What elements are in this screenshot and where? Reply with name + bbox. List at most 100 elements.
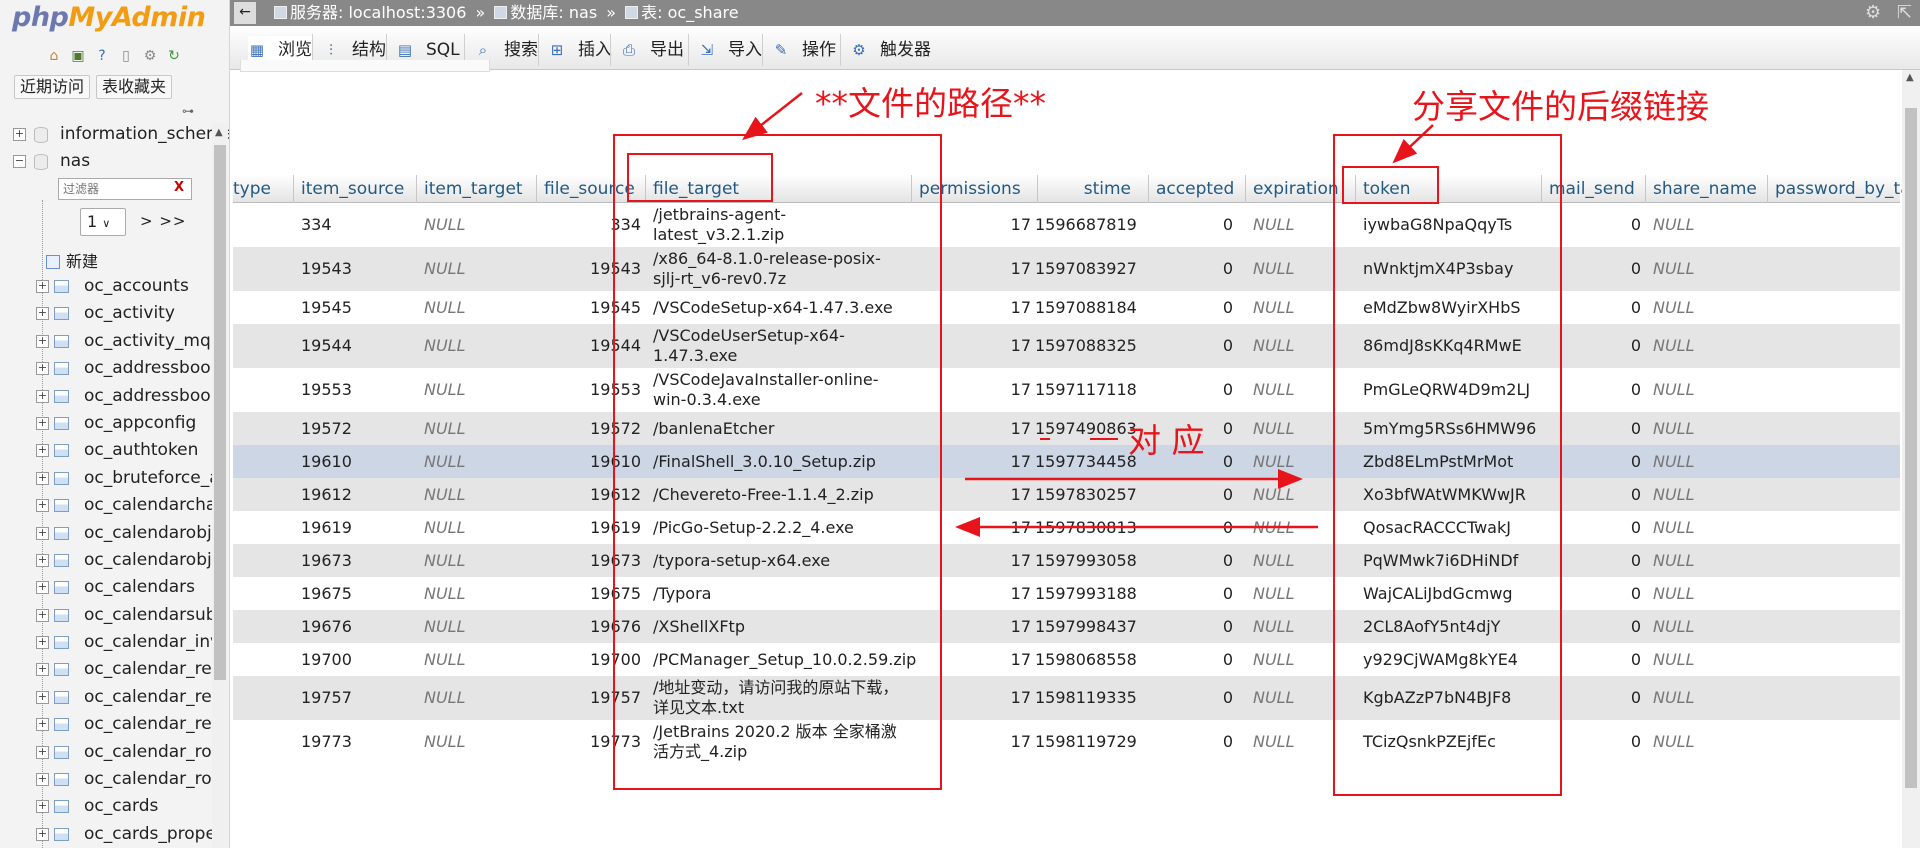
expand-icon[interactable]: +: [36, 334, 49, 348]
expand-icon[interactable]: +: [36, 280, 49, 293]
tab-import[interactable]: ⇲ 导入: [698, 36, 762, 64]
main-scroll-thumb[interactable]: [1905, 108, 1917, 788]
sidebar-table-item[interactable]: + oc_calendar_res: [0, 711, 212, 738]
new-table-link[interactable]: 新建: [46, 248, 98, 272]
sidebar-table-item[interactable]: + oc_cards: [0, 793, 212, 820]
table-row[interactable]: 19673 NULL 19673/typora-setup-x64.exe 17 159…: [233, 544, 1900, 577]
expand-icon[interactable]: +: [36, 636, 49, 650]
expand-icon[interactable]: +: [36, 389, 49, 403]
expand-icon[interactable]: +: [36, 307, 49, 321]
column-header-expiration[interactable]: expiration: [1253, 175, 1339, 203]
table-row[interactable]: 19543 NULL 19543/x86_64-8.1.0-release-posi…: [233, 247, 1900, 291]
sidebar-table-item[interactable]: + oc_calendars: [0, 574, 212, 601]
tab-insert[interactable]: ⊞ 插入: [548, 36, 612, 64]
table-row[interactable]: 19773 NULL 19773/JetBrains 2020.2 版本 全家桶激活…: [233, 720, 1900, 764]
table-row[interactable]: 19610 NULL 19610/FinalShell_3.0.10_Setup.z…: [233, 445, 1900, 478]
sidebar-table-item[interactable]: + oc_calendarobje: [0, 520, 212, 547]
collapse-icon[interactable]: −: [13, 155, 26, 169]
table-row[interactable]: 19676 NULL 19676/XShellXFtp 17 1597998437 0 NU…: [233, 610, 1900, 643]
table-row[interactable]: 19553 NULL 19553/VSCodeJavaInstaller-onlin…: [233, 368, 1900, 412]
sidebar-table-item[interactable]: + oc_appconfig: [0, 410, 212, 437]
scroll-up-icon[interactable]: ▲: [1906, 72, 1914, 83]
page-nav-next[interactable]: > >>: [140, 212, 186, 230]
sidebar-table-item[interactable]: + oc_calendarsubs: [0, 602, 212, 629]
expand-icon[interactable]: +: [36, 553, 49, 567]
table-row[interactable]: 19572 NULL 19572/banlenaEtcher 17 1597490863…: [233, 412, 1900, 445]
sidebar-table-item[interactable]: +oc_calendar_rem: [0, 656, 212, 683]
table-row[interactable]: 19544 NULL 19544/VSCodeUserSetup-x64-1.47.…: [233, 324, 1900, 368]
expand-icon[interactable]: +: [36, 581, 49, 595]
tab-trigger[interactable]: ⚙ 触发器: [850, 36, 931, 64]
sidebar-table-item[interactable]: + oc_accounts: [0, 273, 212, 300]
sidebar-scroll-thumb[interactable]: [214, 145, 226, 680]
recent-button[interactable]: 近期访问: [14, 75, 91, 99]
expand-icon[interactable]: +: [36, 471, 49, 485]
phpmyadmin-logo[interactable]: phpMyAdmin: [12, 2, 206, 33]
table-row[interactable]: 19545 NULL 19545/VSCodeSetup-x64-1.47.3.ex…: [233, 291, 1900, 324]
sidebar-table-item[interactable]: + oc_activity: [0, 300, 212, 327]
expand-icon[interactable]: +: [36, 444, 49, 458]
sidebar-table-item[interactable]: + oc_calendarobje: [0, 547, 212, 574]
expand-icon[interactable]: +: [13, 128, 26, 141]
expand-icon[interactable]: +: [36, 608, 49, 622]
sidebar-table-item[interactable]: + oc_calendarchar: [0, 492, 212, 519]
sidebar-table-item[interactable]: + oc_calendar_roo: [0, 766, 212, 793]
expand-icon[interactable]: +: [36, 690, 49, 704]
reload-icon[interactable]: ↻: [164, 46, 184, 66]
sidebar-table-item[interactable]: + oc_calendar_inv: [0, 629, 212, 656]
main-scrollbar[interactable]: ▲: [1902, 70, 1920, 848]
database-item-nas[interactable]: − nas: [0, 148, 212, 175]
sidebar-table-item[interactable]: + oc_addressbook: [0, 383, 212, 410]
breadcrumb-server[interactable]: 服务器: localhost:3306: [290, 3, 466, 22]
expand-icon[interactable]: +: [36, 663, 49, 677]
clear-filter-icon[interactable]: X: [174, 180, 184, 195]
gear-icon[interactable]: ⚙: [1865, 2, 1881, 23]
docs-icon[interactable]: ▯: [116, 46, 136, 66]
table-row[interactable]: 19619 NULL 19619/PicGo-Setup-2.2.2_4.exe 17…: [233, 511, 1900, 544]
breadcrumb-database[interactable]: 数据库: nas: [510, 3, 597, 22]
table-row[interactable]: 19700 NULL 19700/PCManager_Setup_10.0.2.59…: [233, 643, 1900, 676]
expand-icon[interactable]: +: [36, 416, 49, 430]
tab-wrench[interactable]: ✎ 操作: [772, 36, 836, 64]
table-filter-input[interactable]: [58, 178, 192, 200]
sidebar-table-item[interactable]: + oc_calendar_res: [0, 684, 212, 711]
help-icon[interactable]: ?: [92, 46, 112, 66]
column-header-accepted[interactable]: accepted: [1156, 175, 1234, 203]
tab-export[interactable]: ⎙ 导出: [620, 36, 684, 64]
expand-icon[interactable]: +: [36, 499, 49, 513]
sidebar-table-item[interactable]: + oc_cards_proper: [0, 821, 212, 848]
expand-icon[interactable]: +: [36, 718, 49, 732]
sidebar-table-item[interactable]: + oc_calendar_roo: [0, 739, 212, 766]
breadcrumb-table[interactable]: 表: oc_share: [641, 3, 738, 22]
database-icon[interactable]: ▣: [68, 46, 88, 66]
column-header-password-by-ta[interactable]: password_by_ta: [1775, 175, 1911, 203]
expand-icon[interactable]: +: [36, 800, 49, 814]
home-icon[interactable]: ⌂: [44, 46, 64, 66]
expand-icon[interactable]: +: [36, 745, 49, 759]
database-item-information-schema[interactable]: + information_schema: [0, 121, 229, 148]
link-icon[interactable]: ⊶: [182, 104, 194, 118]
column-header-share-name[interactable]: share_name: [1653, 175, 1757, 203]
sidebar-table-item[interactable]: + oc_authtoken: [0, 437, 212, 464]
expand-icon[interactable]: +: [36, 773, 49, 787]
collapse-icon[interactable]: ⇱: [1897, 2, 1912, 23]
back-button[interactable]: ←: [234, 2, 256, 24]
expand-icon[interactable]: +: [36, 526, 49, 540]
table-row[interactable]: 19757 NULL 19757/地址变动，请访问我的原站下载，详见文本.txt 17…: [233, 676, 1900, 720]
table-row[interactable]: 19612 NULL 19612/Chevereto-Free-1.1.4_2.zi…: [233, 478, 1900, 511]
column-header-item-target[interactable]: item_target: [424, 175, 523, 203]
page-select[interactable]: 1 ∨: [80, 208, 126, 236]
table-row[interactable]: 19675 NULL 19675/Typora 17 1597993188 0 NULL Wa…: [233, 577, 1900, 610]
expand-icon[interactable]: +: [36, 362, 49, 376]
sidebar-scrollbar[interactable]: ▲: [212, 123, 228, 848]
expand-icon[interactable]: +: [36, 827, 49, 841]
settings-icon[interactable]: ⚙: [140, 46, 160, 66]
column-header-item-source[interactable]: item_source: [301, 175, 404, 203]
scroll-up-icon[interactable]: ▲: [215, 127, 223, 138]
column-header-stime[interactable]: stime: [1037, 175, 1131, 203]
sidebar-table-item[interactable]: + oc_activity_mq: [0, 328, 212, 355]
favorites-button[interactable]: 表收藏夹: [96, 75, 173, 99]
column-header-type[interactable]: type: [233, 175, 271, 203]
sidebar-table-item[interactable]: + oc_bruteforce_a: [0, 465, 212, 492]
sidebar-table-item[interactable]: + oc_addressbook: [0, 355, 212, 382]
